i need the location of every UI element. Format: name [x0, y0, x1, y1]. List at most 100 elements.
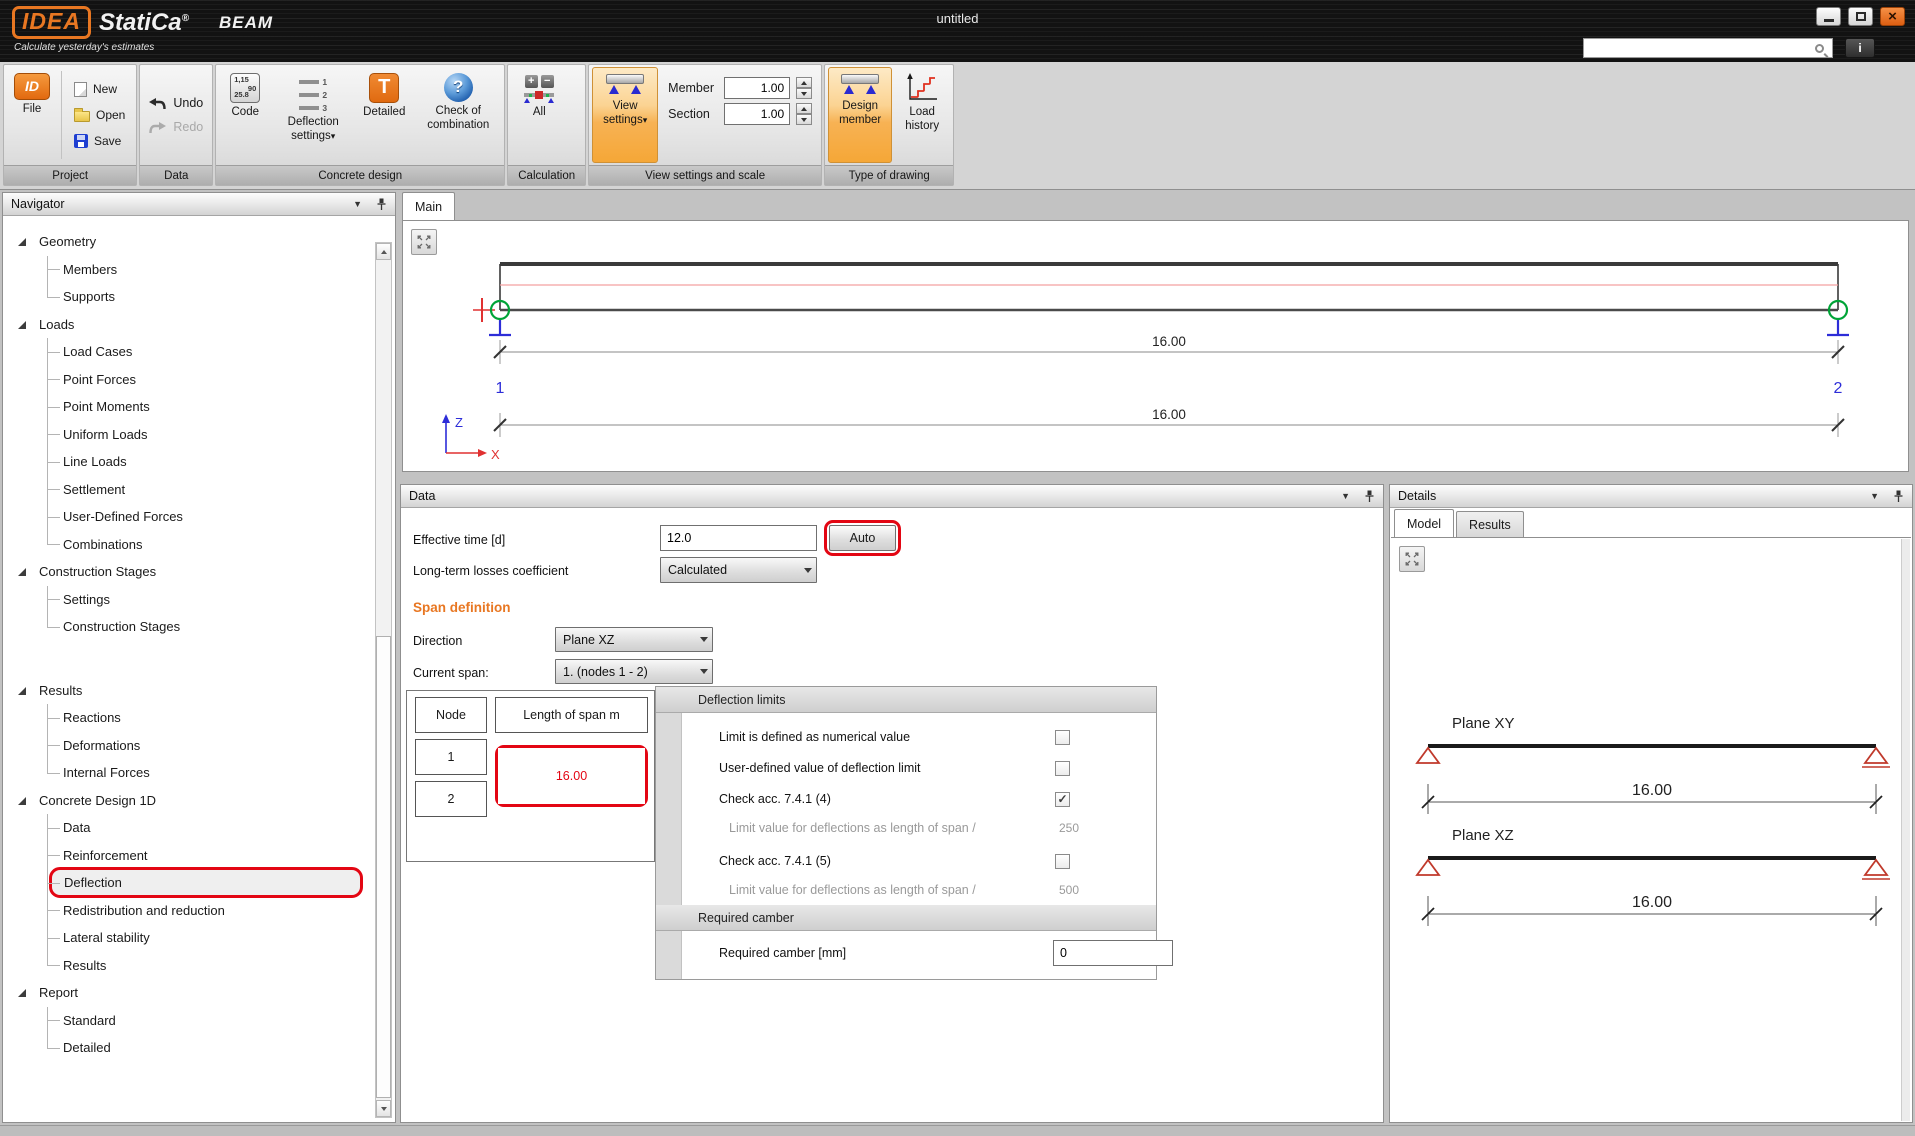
auto-button[interactable]: Auto: [829, 525, 896, 551]
sidebar-item-detailed[interactable]: Detailed: [3, 1034, 371, 1062]
expander-icon[interactable]: [18, 238, 26, 246]
expander-icon[interactable]: [18, 797, 26, 805]
sidebar-item-results-child[interactable]: Results: [3, 952, 371, 980]
effective-time-input[interactable]: [660, 525, 817, 551]
close-button[interactable]: ×: [1880, 7, 1905, 26]
sidebar-item-loads[interactable]: Loads: [3, 311, 371, 339]
load-history-button[interactable]: Loadhistory: [894, 67, 950, 163]
sidebar-item-construction-stages[interactable]: Construction Stages: [3, 558, 371, 586]
check-741-4-checkbox[interactable]: ✓: [1055, 792, 1070, 807]
open-button[interactable]: Open: [70, 104, 129, 126]
span-length-cell[interactable]: 16.00: [498, 748, 645, 804]
stepper-down-icon[interactable]: [796, 114, 812, 125]
save-button[interactable]: Save: [70, 130, 129, 152]
deflection-settings-button[interactable]: 1 2 3 Deflectionsettings▾: [273, 67, 353, 163]
sidebar-item-results[interactable]: Results: [3, 677, 371, 705]
fit-to-view-button[interactable]: [1399, 546, 1425, 572]
new-button[interactable]: New: [70, 78, 129, 100]
sidebar-item-label: Point Forces: [63, 372, 136, 387]
search-input[interactable]: [1584, 40, 1815, 56]
deflection-selection-highlight[interactable]: Deflection: [49, 867, 363, 898]
long-term-losses-select[interactable]: Calculated: [660, 557, 817, 583]
file-button[interactable]: ID File: [7, 67, 57, 163]
main-drawing-canvas[interactable]: 16.00 1 2 16.00 Z X: [402, 220, 1909, 472]
sidebar-item-lateral-stability[interactable]: Lateral stability: [3, 924, 371, 952]
check-of-combination-button[interactable]: ? Check ofcombination: [415, 67, 501, 163]
sidebar-item-point-moments[interactable]: Point Moments: [3, 393, 371, 421]
sidebar-item-settlement[interactable]: Settlement: [3, 476, 371, 504]
title-bar: IDEA StatiCa® BEAM Calculate yesterday's…: [0, 0, 1915, 62]
scrollbar-thumb[interactable]: [376, 636, 391, 1098]
section-scale-stepper[interactable]: [796, 103, 812, 125]
sidebar-item-settings[interactable]: Settings: [3, 586, 371, 614]
sidebar-item-standard[interactable]: Standard: [3, 1007, 371, 1035]
code-button[interactable]: 1,15 90 25.8 Code: [219, 67, 271, 163]
sidebar-item-deformations[interactable]: Deformations: [3, 732, 371, 760]
expander-icon[interactable]: [18, 989, 26, 997]
sidebar-item-uniform-loads[interactable]: Uniform Loads: [3, 421, 371, 449]
sidebar-item-construction-stages-child[interactable]: Construction Stages: [3, 613, 371, 641]
sidebar-item-point-forces[interactable]: Point Forces: [3, 366, 371, 394]
stepper-up-icon[interactable]: [796, 77, 812, 88]
panel-menu-icon[interactable]: ▼: [1341, 491, 1350, 501]
expander-icon[interactable]: [18, 321, 26, 329]
maximize-button[interactable]: [1848, 7, 1873, 26]
minimize-button[interactable]: [1816, 7, 1841, 26]
expander-icon[interactable]: [18, 687, 26, 695]
sidebar-item-deflection[interactable]: Deflection: [3, 869, 371, 897]
calculate-all-icon: +−: [522, 75, 556, 103]
pin-icon[interactable]: [1364, 490, 1375, 503]
pin-icon[interactable]: [1893, 490, 1904, 503]
sidebar-item-reinforcement[interactable]: Reinforcement: [3, 842, 371, 870]
member-scale-input[interactable]: [724, 77, 790, 99]
search-box[interactable]: [1583, 38, 1833, 58]
sidebar-item-load-cases[interactable]: Load Cases: [3, 338, 371, 366]
sidebar-item-user-defined-forces[interactable]: User-Defined Forces: [3, 503, 371, 531]
sidebar-item-combinations[interactable]: Combinations: [3, 531, 371, 559]
check-741-5-checkbox[interactable]: ✓: [1055, 854, 1070, 869]
node-2-cell[interactable]: 2: [415, 781, 487, 817]
user-defined-limit-checkbox[interactable]: ✓: [1055, 761, 1070, 776]
search-icon[interactable]: [1815, 44, 1824, 53]
node-1-cell[interactable]: 1: [415, 739, 487, 775]
stepper-up-icon[interactable]: [796, 103, 812, 114]
details-scrollbar[interactable]: [1901, 539, 1910, 1121]
panel-menu-icon[interactable]: ▼: [353, 199, 362, 209]
panel-menu-icon[interactable]: ▼: [1870, 491, 1879, 501]
required-camber-input[interactable]: [1053, 940, 1173, 966]
sidebar-item-line-loads[interactable]: Line Loads: [3, 448, 371, 476]
stepper-down-icon[interactable]: [796, 88, 812, 99]
sidebar-item-concrete-design-1d[interactable]: Concrete Design 1D: [3, 787, 371, 815]
design-member-button[interactable]: Designmember: [828, 67, 892, 163]
tab-model[interactable]: Model: [1394, 509, 1454, 537]
sidebar-item-members[interactable]: Members: [3, 256, 371, 284]
sidebar-item-supports[interactable]: Supports: [3, 283, 371, 311]
numerical-value-checkbox[interactable]: ✓: [1055, 730, 1070, 745]
scroll-down-icon[interactable]: [376, 1100, 391, 1117]
expander-icon[interactable]: [18, 568, 26, 576]
sidebar-item-geometry[interactable]: Geometry: [3, 228, 371, 256]
sidebar-item-internal-forces[interactable]: Internal Forces: [3, 759, 371, 787]
scroll-up-icon[interactable]: [376, 243, 391, 260]
design-member-label-1: Design: [842, 100, 878, 112]
view-settings-button[interactable]: Viewsettings▾: [592, 67, 658, 163]
navigator-scrollbar[interactable]: [375, 242, 392, 1118]
details-canvas[interactable]: Plane XY 16.00 Plane XZ 16.00: [1391, 537, 1911, 1122]
member-scale-stepper[interactable]: [796, 77, 812, 99]
calculate-all-button[interactable]: +− All: [511, 67, 567, 163]
tab-main[interactable]: Main: [402, 192, 455, 220]
sidebar-item-redistribution-and-reduction[interactable]: Redistribution and reduction: [3, 897, 371, 925]
pin-icon[interactable]: [376, 198, 387, 211]
detailed-button[interactable]: T Detailed: [355, 67, 413, 163]
sidebar-item-report[interactable]: Report: [3, 979, 371, 1007]
info-button[interactable]: i: [1845, 38, 1875, 58]
sidebar-item-data[interactable]: Data: [3, 814, 371, 842]
section-scale-input[interactable]: [724, 103, 790, 125]
sidebar-item-reactions[interactable]: Reactions: [3, 704, 371, 732]
tab-results[interactable]: Results: [1456, 511, 1524, 537]
fit-to-view-button[interactable]: [411, 229, 437, 255]
redo-button[interactable]: Redo: [149, 120, 203, 134]
current-span-select[interactable]: 1. (nodes 1 - 2): [555, 659, 713, 684]
direction-select[interactable]: Plane XZ: [555, 627, 713, 652]
undo-button[interactable]: Undo: [149, 96, 203, 110]
